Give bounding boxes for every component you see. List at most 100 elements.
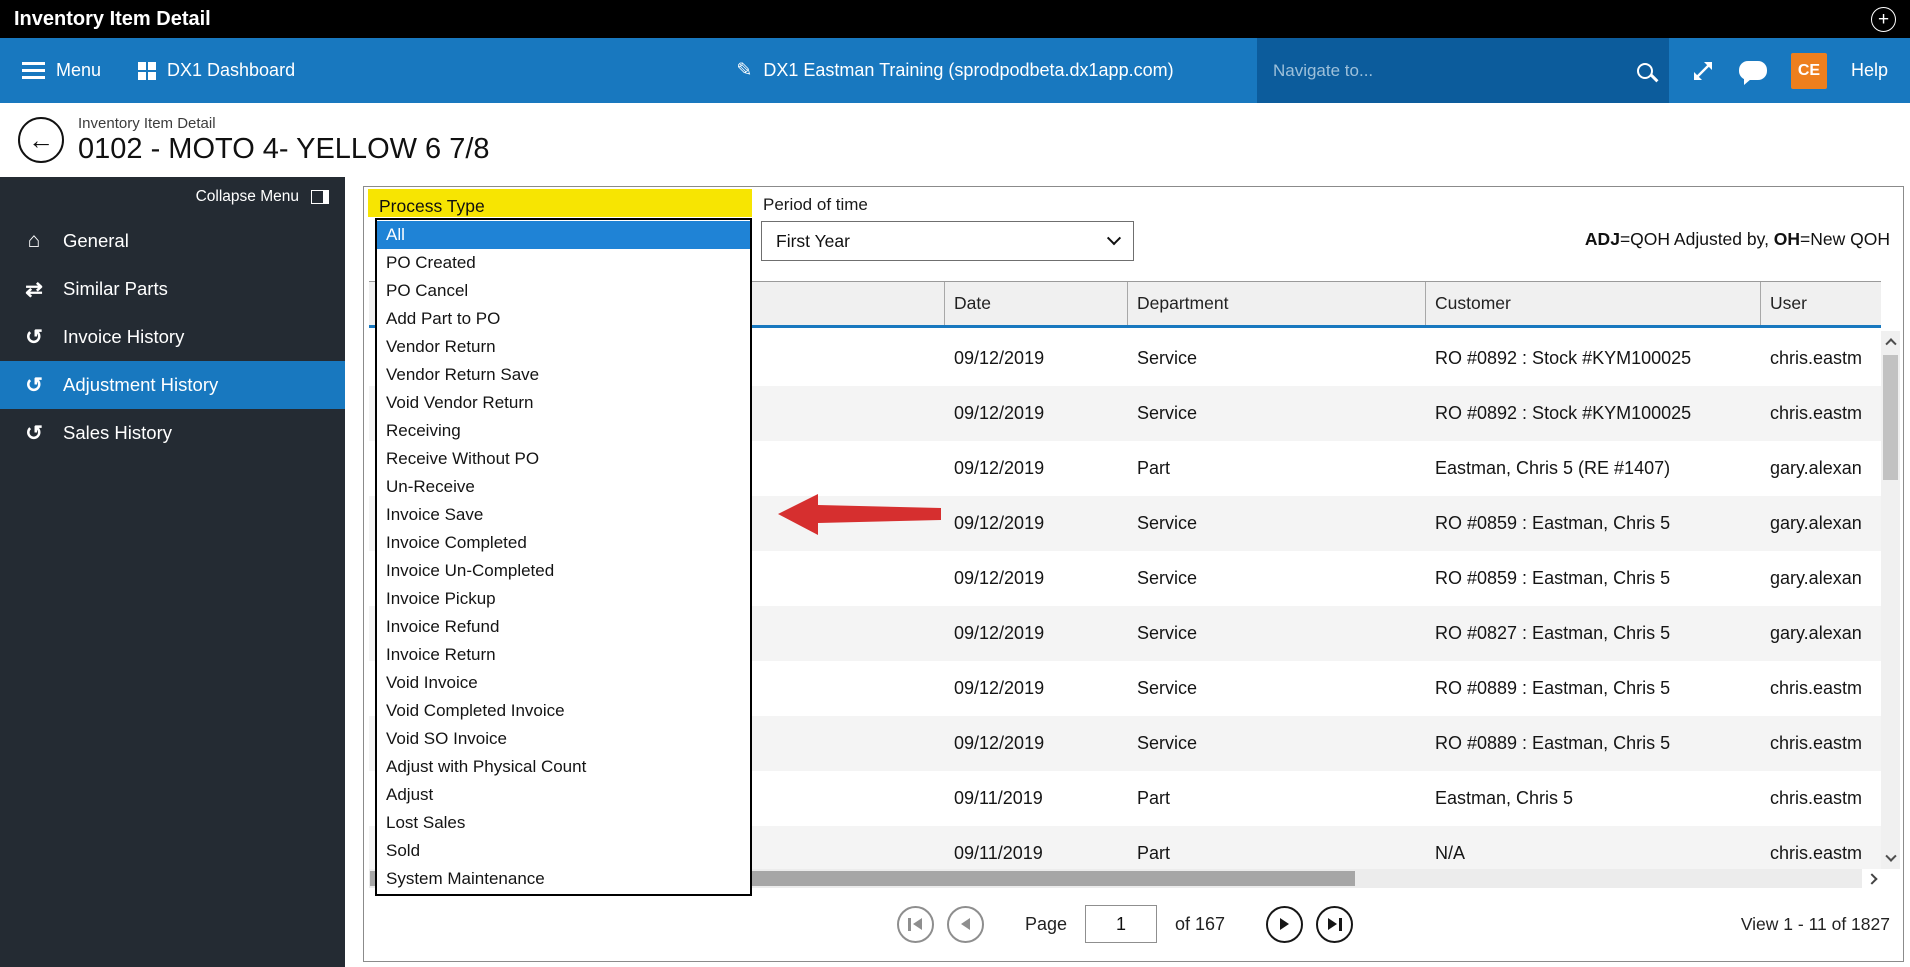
sidebar-item-label: Similar Parts <box>63 278 168 299</box>
process-type-option[interactable]: Sold <box>377 837 750 865</box>
scroll-right-button[interactable] <box>1862 869 1881 888</box>
process-type-option[interactable]: Vendor Return Save <box>377 361 750 389</box>
column-header-date[interactable]: Date <box>945 282 1128 325</box>
vertical-scrollbar[interactable] <box>1881 331 1900 869</box>
legend-oh-key: OH <box>1773 229 1801 249</box>
cell-department: Service <box>1137 568 1198 588</box>
menu-label: Menu <box>56 60 102 80</box>
view-range-label: View 1 - 11 of 1827 <box>1740 914 1890 934</box>
hamburger-icon <box>22 62 45 79</box>
process-type-option[interactable]: Invoice Completed <box>377 529 750 557</box>
sidebar-item-similar-parts[interactable]: ⇄ Similar Parts <box>0 265 345 313</box>
column-header-customer[interactable]: Customer <box>1426 282 1761 325</box>
history-icon: ↺ <box>25 325 43 349</box>
process-type-option[interactable]: PO Cancel <box>377 277 750 305</box>
chevron-down-icon <box>1106 231 1122 246</box>
cell-date: 09/12/2019 <box>954 513 1045 533</box>
dealership-label: DX1 Eastman Training (sprodpodbeta.dx1ap… <box>763 60 1174 80</box>
sidebar-item-sales-history[interactable]: ↺ Sales History <box>0 409 345 457</box>
process-type-option[interactable]: Invoice Un-Completed <box>377 557 750 585</box>
process-type-option[interactable]: Void Completed Invoice <box>377 697 750 725</box>
menu-button[interactable]: Menu <box>22 38 101 103</box>
column-header-user[interactable]: User <box>1761 282 1881 325</box>
first-page-button[interactable] <box>896 905 934 943</box>
process-type-option[interactable]: Add Part to PO <box>377 305 750 333</box>
process-type-option[interactable]: Invoice Return <box>377 641 750 669</box>
process-type-dropdown: All PO Created PO Cancel Add Part to PO … <box>375 218 752 896</box>
process-type-option[interactable]: Void Vendor Return <box>377 389 750 417</box>
add-button[interactable]: + <box>1871 6 1896 32</box>
page-label: Page <box>1024 913 1067 934</box>
prev-page-icon <box>960 918 970 930</box>
scroll-down-button[interactable] <box>1881 850 1900 868</box>
chat-icon[interactable] <box>1738 61 1767 85</box>
back-button[interactable]: ← <box>18 117 64 163</box>
cell-department: Service <box>1137 678 1198 698</box>
history-icon: ↺ <box>25 421 43 445</box>
cell-user: chris.eastm <box>1770 403 1863 423</box>
page-title: 0102 - MOTO 4- YELLOW 6 7/8 <box>78 132 490 165</box>
cell-customer: RO #0889 : Eastman, Chris 5 <box>1435 733 1671 753</box>
process-type-label: Process Type <box>368 189 752 217</box>
navigate-input[interactable] <box>1272 60 1625 81</box>
process-type-option[interactable]: Invoice Save <box>377 501 750 529</box>
search-icon[interactable] <box>1636 62 1653 79</box>
cell-date: 09/12/2019 <box>954 403 1045 423</box>
period-select[interactable]: First Year <box>761 221 1134 261</box>
expand-icon[interactable] <box>1691 59 1715 83</box>
cell-department: Service <box>1137 348 1198 368</box>
process-type-option[interactable]: Receive Without PO <box>377 445 750 473</box>
process-type-option[interactable]: Invoice Refund <box>377 613 750 641</box>
dealership-selector[interactable]: ✎ DX1 Eastman Training (sprodpodbeta.dx1… <box>736 38 1173 103</box>
next-page-icon <box>1280 918 1290 930</box>
sidebar-item-adjustment-history[interactable]: ↺ Adjustment History <box>0 361 345 409</box>
process-type-option[interactable]: Adjust with Physical Count <box>377 753 750 781</box>
prev-page-button[interactable] <box>946 905 984 943</box>
scroll-up-button[interactable] <box>1881 332 1900 350</box>
pagination: Page of 167 <box>369 899 1881 949</box>
red-annotation-arrow-icon <box>778 494 941 535</box>
cell-date: 09/11/2019 <box>954 788 1043 808</box>
process-type-option[interactable]: Adjust <box>377 781 750 809</box>
process-type-option[interactable]: Vendor Return <box>377 333 750 361</box>
last-page-button[interactable] <box>1316 905 1354 943</box>
cell-user: gary.alexan <box>1770 623 1862 643</box>
process-type-option[interactable]: Void Invoice <box>377 669 750 697</box>
history-icon: ↺ <box>25 373 43 397</box>
cell-user: gary.alexan <box>1770 513 1862 533</box>
sidebar-item-invoice-history[interactable]: ↺ Invoice History <box>0 313 345 361</box>
cell-customer: RO #0827 : Eastman, Chris 5 <box>1435 623 1671 643</box>
collapse-menu-button[interactable]: Collapse Menu <box>0 177 345 217</box>
process-type-option[interactable]: Void SO Invoice <box>377 725 750 753</box>
cell-department: Service <box>1137 513 1198 533</box>
dashboard-label: DX1 Dashboard <box>167 60 296 80</box>
process-type-option[interactable]: Un-Receive <box>377 473 750 501</box>
cell-customer: RO #0859 : Eastman, Chris 5 <box>1435 513 1671 533</box>
nav-icons: CE Help <box>1669 38 1910 103</box>
process-type-label-text: Process Type <box>379 196 485 216</box>
cell-user: chris.eastm <box>1770 733 1863 753</box>
window-title: Inventory Item Detail <box>14 7 211 30</box>
column-header-department[interactable]: Department <box>1128 282 1426 325</box>
process-type-option[interactable]: All <box>377 221 750 249</box>
process-type-option[interactable]: PO Created <box>377 249 750 277</box>
process-type-option[interactable]: System Maintenance <box>377 865 750 893</box>
cell-user: gary.alexan <box>1770 568 1862 588</box>
sidebar-item-general[interactable]: ⌂ General <box>0 217 345 265</box>
help-link[interactable]: Help <box>1851 60 1888 81</box>
process-type-option[interactable]: Invoice Pickup <box>377 585 750 613</box>
process-type-option[interactable]: Receiving <box>377 417 750 445</box>
page-count-label: of 167 <box>1175 913 1226 934</box>
sidebar-item-label: Adjustment History <box>63 374 219 395</box>
vertical-scrollbar-thumb[interactable] <box>1883 355 1898 480</box>
process-type-option[interactable]: Lost Sales <box>377 809 750 837</box>
similar-parts-icon: ⇄ <box>25 277 43 301</box>
dashboard-button[interactable]: DX1 Dashboard <box>138 38 295 103</box>
cell-customer: RO #0892 : Stock #KYM100025 <box>1435 348 1692 368</box>
home-icon: ⌂ <box>27 229 41 252</box>
cell-date: 09/12/2019 <box>954 733 1045 753</box>
user-avatar[interactable]: CE <box>1790 52 1827 89</box>
next-page-button[interactable] <box>1266 905 1304 943</box>
cell-department: Service <box>1137 623 1198 643</box>
page-number-input[interactable] <box>1085 905 1157 943</box>
